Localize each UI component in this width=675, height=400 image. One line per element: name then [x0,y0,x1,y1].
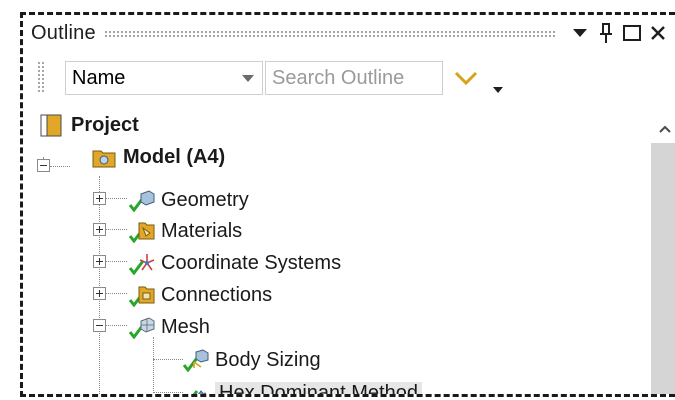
collapse-mesh-toggle[interactable] [93,319,106,332]
tree-item-model[interactable]: Model (A4) [91,142,225,172]
window-menu-button[interactable] [567,18,593,48]
tree-item-connections[interactable]: Connections [129,280,272,310]
tree-label-geometry: Geometry [161,188,249,211]
name-filter-value: Name [72,66,126,89]
collapse-model-toggle[interactable] [37,159,50,172]
toolbar-overflow-icon[interactable] [493,87,503,93]
project-book-icon [40,114,62,137]
tree-connector [105,293,127,294]
tree-item-coordinate-systems[interactable]: Coordinate Systems [129,248,341,278]
geometry-status-icon [129,190,155,212]
expand-coordinate-systems-toggle[interactable] [93,255,106,268]
tree-connector [153,392,183,393]
tree-label-connections: Connections [161,283,273,306]
expand-connections-toggle[interactable] [93,287,106,300]
scrollbar-thumb[interactable] [651,143,675,394]
hex-dominant-method-icon [192,390,207,394]
connections-folder-icon [129,286,155,307]
tree-scrollbar[interactable] [651,115,675,394]
tree-label-model: Model (A4) [123,145,226,168]
tree-item-mesh[interactable]: Mesh [129,312,210,342]
outline-title: Outline [31,21,96,44]
pin-button[interactable] [593,18,619,48]
title-grip[interactable] [103,29,557,37]
body-sizing-icon [183,349,209,372]
tree-item-materials[interactable]: Materials [129,216,242,246]
pin-icon [600,23,612,43]
tree-connector [105,261,127,262]
close-button[interactable] [645,18,671,48]
tree-item-geometry[interactable]: Geometry [129,185,249,215]
tree-connector [50,166,70,167]
toolbar-grip[interactable] [37,61,45,93]
maximize-icon [623,25,641,41]
tree-connector [153,359,183,360]
outline-title-bar[interactable]: Outline [23,15,675,51]
tree-connector [105,229,127,230]
model-folder-icon [92,150,116,168]
tree-label-hex-dominant-method: Hex Dominant Method [215,381,422,394]
tree-item-body-sizing[interactable]: Body Sizing [183,345,321,375]
tree-label-coordinate-systems: Coordinate Systems [161,251,342,274]
scroll-up-arrow-icon[interactable] [658,123,672,135]
name-filter-combo[interactable]: Name [65,61,263,95]
search-outline-input[interactable] [265,61,443,95]
tree-label-mesh: Mesh [161,315,210,338]
expand-search-chevron-icon[interactable] [453,65,479,91]
dropdown-arrow-icon [573,29,587,37]
tree-label-project: Project [71,113,139,136]
maximize-button[interactable] [619,18,645,48]
coordinate-systems-icon [129,254,155,275]
tree-item-hex-dominant-method[interactable]: Hex Dominant Method [183,378,422,394]
materials-folder-icon [129,222,155,243]
outline-tree: Project Model (A4) Geometry Materials Co… [23,105,651,394]
tree-connector [105,325,127,326]
tree-connector [105,198,127,199]
expand-geometry-toggle[interactable] [93,192,106,205]
close-icon [651,26,665,40]
mesh-status-icon [129,317,155,339]
tree-item-project[interactable]: Project [39,110,139,140]
tree-connector [153,337,154,393]
tree-label-body-sizing: Body Sizing [215,348,321,371]
expand-materials-toggle[interactable] [93,223,106,236]
chevron-down-icon [242,74,254,82]
outline-toolbar: Name [23,57,675,101]
tree-label-materials: Materials [161,219,243,242]
outline-panel: Outline Name Search Outline Project Mode… [20,12,675,397]
